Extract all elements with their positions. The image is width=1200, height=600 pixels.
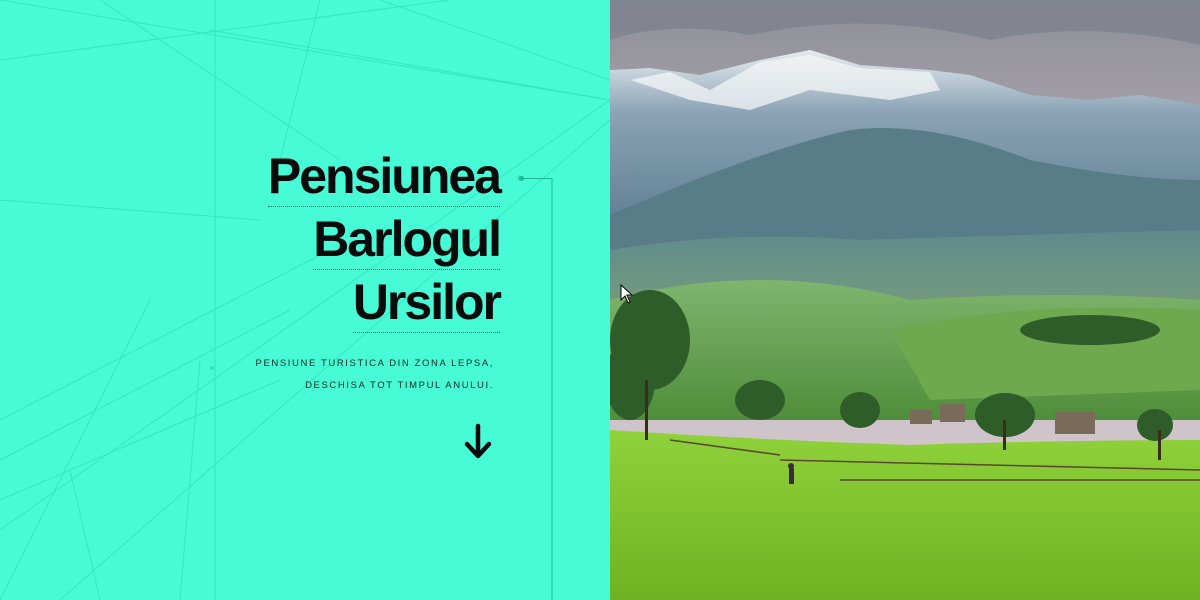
title-line-2: Barlogul [313,211,502,267]
landscape-illustration [610,0,1200,600]
arrow-down-icon[interactable] [462,423,494,461]
hero-panel: Pensiunea Barlogul Ursilor PENSIUNE TURI… [0,0,610,600]
hero-title: Pensiunea Barlogul Ursilor [267,148,502,339]
title-line-1: Pensiunea [267,148,502,204]
mouse-cursor-icon [620,284,634,304]
subtitle-line-1: PENSIUNE TURISTICA DIN ZONA LEPSA, [255,358,494,369]
subtitle-line-2: DESCHISA TOT TIMPUL ANULUI. [305,380,494,391]
hero-subtitle: PENSIUNE TURISTICA DIN ZONA LEPSA, DESCH… [256,353,494,397]
mountain-landscape-photo [610,0,1200,600]
title-line-3: Ursilor [352,274,502,330]
connector-line [519,176,553,600]
